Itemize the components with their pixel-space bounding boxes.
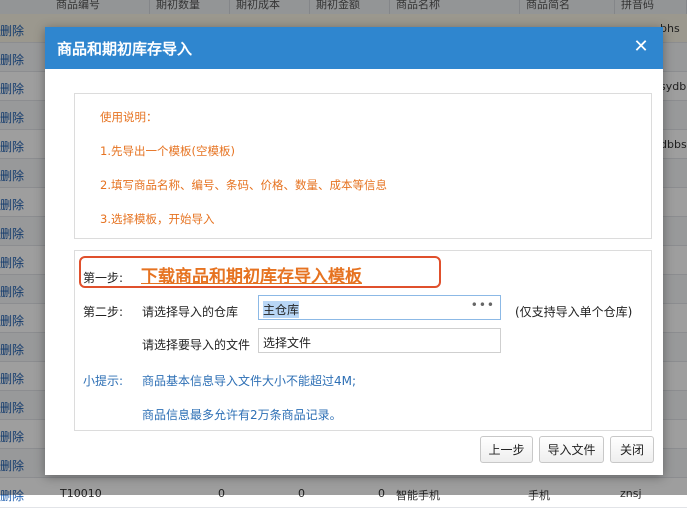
instructions-box: 使用说明： 1.先导出一个模板(空模板) 2.填写商品名称、编号、条码、价格、数…	[74, 93, 652, 239]
close-button[interactable]: 关闭	[610, 436, 654, 463]
steps-box: 第一步: 下载商品和期初库存导入模板 第二步: 请选择导入的仓库 主仓库 •••…	[74, 250, 652, 431]
instruction-item: 3.选择模板，开始导入	[100, 212, 215, 226]
import-file-button[interactable]: 导入文件	[539, 436, 604, 463]
warehouse-select[interactable]: 主仓库 •••	[258, 295, 501, 320]
instructions-heading: 使用说明：	[100, 110, 158, 124]
instruction-item: 1.先导出一个模板(空模板)	[100, 144, 235, 158]
import-dialog: 商品和期初库存导入 ✕ 使用说明： 1.先导出一个模板(空模板) 2.填写商品名…	[45, 27, 663, 475]
step2-label: 第二步:	[83, 305, 124, 319]
warehouse-label: 请选择导入的仓库	[142, 305, 239, 319]
download-template-link[interactable]: 下载商品和期初库存导入模板	[141, 262, 362, 287]
prev-step-button[interactable]: 上一步	[480, 436, 533, 463]
dialog-header: 商品和期初库存导入 ✕	[45, 27, 663, 69]
tip-line: 商品基本信息导入文件大小不能超过4M;	[142, 374, 357, 388]
close-icon[interactable]: ✕	[631, 36, 651, 58]
file-picker[interactable]: 选择文件	[258, 328, 501, 353]
instruction-item: 2.填写商品名称、编号、条码、价格、数量、成本等信息	[100, 178, 387, 192]
warehouse-note: (仅支持导入单个仓库)	[515, 305, 633, 319]
file-label: 请选择要导入的文件	[142, 338, 251, 352]
tip-line: 商品信息最多允许有2万条商品记录。	[142, 408, 342, 422]
dialog-title: 商品和期初库存导入	[57, 40, 193, 58]
step1-label: 第一步:	[83, 271, 124, 285]
tips-label: 小提示:	[83, 374, 124, 388]
file-picker-value: 选择文件	[263, 336, 312, 350]
warehouse-value: 主仓库	[263, 301, 300, 318]
more-options-icon[interactable]: •••	[471, 298, 495, 312]
